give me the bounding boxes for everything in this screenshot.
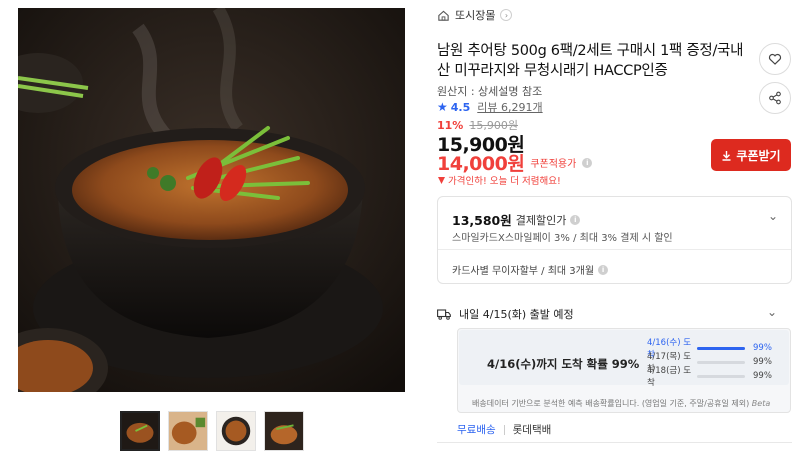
star-icon: ★ bbox=[437, 100, 448, 114]
benefit-amount: 13,580원 bbox=[452, 213, 512, 228]
price-drop-notice: 가격인하! 오늘 더 저렴해요! bbox=[437, 173, 561, 187]
arrival-probability: 99% bbox=[753, 343, 772, 353]
arrival-probability: 99% bbox=[753, 371, 772, 381]
beta-tag: Beta bbox=[751, 399, 771, 408]
shipping-tabs: 무료배송 롯데택배 bbox=[457, 422, 551, 437]
coupon-button-label: 쿠폰받기 bbox=[736, 148, 781, 163]
price-drop-icon bbox=[438, 176, 445, 184]
thumbnail-3[interactable] bbox=[216, 411, 256, 451]
carrier-tab[interactable]: 롯데택배 bbox=[513, 422, 552, 437]
coupon-download-button[interactable]: 쿠폰받기 bbox=[711, 139, 791, 171]
product-main-image[interactable] bbox=[18, 8, 405, 392]
divider bbox=[438, 249, 791, 250]
coupon-price: 14,000원 bbox=[437, 153, 525, 175]
truck-icon bbox=[437, 308, 451, 320]
benefit-detail: 스마일카드X스마일페이 3% / 최대 3% 결제 시 할인 bbox=[452, 233, 673, 244]
coupon-price-row: 14,000원 쿠폰적용가 i bbox=[437, 149, 593, 176]
probability-bar bbox=[697, 346, 745, 350]
probability-bar bbox=[697, 374, 745, 378]
wishlist-button[interactable] bbox=[759, 43, 791, 75]
info-icon[interactable]: i bbox=[598, 264, 609, 275]
delivery-departure: 내일 4/15(화) 출발 예정 bbox=[459, 308, 574, 321]
rating: ★ 4.5 리뷰 6,291개 bbox=[437, 99, 543, 115]
review-link[interactable]: 리뷰 6,291개 bbox=[477, 99, 542, 115]
info-icon[interactable]: i bbox=[582, 157, 593, 168]
coupon-label: 쿠폰적용가 bbox=[530, 159, 577, 170]
shop-link[interactable]: 또시장몰 › bbox=[437, 7, 513, 23]
product-title: 남원 추어탕 500g 6팩/2세트 구매시 1팩 증정/국내산 미꾸라지와 무… bbox=[437, 43, 744, 79]
divider bbox=[437, 442, 792, 443]
thumbnail-list bbox=[120, 411, 304, 451]
delivery-probability-box: 4/16(수)까지 도착 확률 99% 4/16(수) 도착 99% 4/17(목)… bbox=[457, 328, 791, 413]
probability-rows: 4/16(수) 도착 99% 4/17(목) 도착 99% 4/18(금) 도착 99% bbox=[647, 338, 772, 388]
chevron-down-icon[interactable]: ⌄ bbox=[768, 209, 778, 223]
benefit-summary: 13,580원 결제할인가 i bbox=[452, 210, 581, 229]
probability-panel: 4/16(수)까지 도착 확률 99% 4/16(수) 도착 99% 4/17(목)… bbox=[459, 330, 789, 388]
benefit-label: 결제할인가 bbox=[515, 213, 567, 227]
rating-score: 4.5 bbox=[450, 100, 471, 114]
delivery-note-text: 배송데이터 기반으로 분석한 예측 배송확률입니다. (영업일 기준, 주말/공… bbox=[472, 399, 750, 408]
probability-row: 4/18(금) 도착 99% bbox=[647, 366, 772, 388]
download-icon bbox=[722, 150, 731, 161]
delivery-note: 배송데이터 기반으로 분석한 예측 배송확률입니다. (영업일 기준, 주말/공… bbox=[472, 398, 770, 409]
info-icon[interactable]: i bbox=[570, 214, 581, 225]
action-icons bbox=[759, 43, 791, 114]
chevron-right-icon: › bbox=[500, 9, 513, 21]
delivery-heading: 내일 4/15(화) 출발 예정 bbox=[437, 306, 574, 322]
share-button[interactable] bbox=[759, 82, 791, 114]
chevron-down-icon[interactable]: ⌄ bbox=[767, 305, 777, 319]
probability-summary: 4/16(수)까지 도착 확률 99% bbox=[487, 357, 640, 371]
probability-bar bbox=[697, 360, 745, 364]
share-icon bbox=[769, 91, 781, 105]
heart-icon bbox=[768, 53, 782, 65]
price-drop-text: 가격인하! 오늘 더 저렴해요! bbox=[448, 176, 561, 187]
thumbnail-1[interactable] bbox=[120, 411, 160, 451]
divider bbox=[503, 424, 505, 435]
installment-text: 카드사별 무이자할부 / 최대 3개월 bbox=[452, 266, 595, 277]
arrival-date: 4/18(금) 도착 bbox=[647, 366, 692, 388]
home-icon bbox=[438, 10, 449, 21]
installment-info: 카드사별 무이자할부 / 최대 3개월 i bbox=[452, 262, 609, 277]
free-shipping-tab[interactable]: 무료배송 bbox=[457, 422, 496, 437]
thumbnail-2[interactable] bbox=[168, 411, 208, 451]
shop-name: 또시장몰 bbox=[455, 9, 496, 22]
payment-benefit-box[interactable]: 13,580원 결제할인가 i ⌄ 스마일카드X스마일페이 3% / 최대 3%… bbox=[437, 196, 792, 284]
thumbnail-4[interactable] bbox=[264, 411, 304, 451]
arrival-probability: 99% bbox=[753, 357, 772, 367]
probability-bar-fill bbox=[697, 346, 745, 350]
origin-text: 원산지 : 상세설명 참조 bbox=[437, 85, 543, 98]
